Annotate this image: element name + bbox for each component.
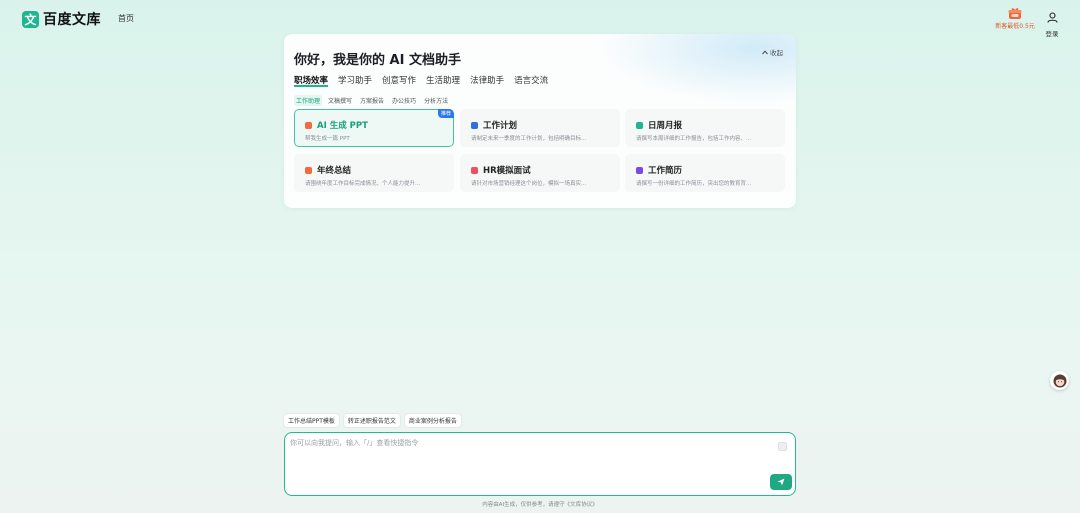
card-periodic-report[interactable]: 日周月报 请撰写本周详细的工作报告，包括工作内容、... [625,109,785,147]
prompt-input[interactable] [290,438,760,468]
card-desc: 请撰写本周详细的工作报告，包括工作内容、... [636,136,752,142]
card-desc: 请围绕年度工作目标完成情况、个人能力提升... [305,181,421,187]
send-button[interactable] [770,474,792,490]
avatar-icon [1053,374,1066,387]
card-title: HR模拟面试 [483,166,531,176]
promo-text: 新客最低0.5元 [995,23,1035,30]
tab-legal[interactable]: 法律助手 [470,74,504,87]
interview-icon [471,166,478,174]
logo-mark-icon: 文 [22,10,39,28]
tab-life[interactable]: 生活助理 [426,74,460,87]
send-icon [777,478,785,486]
card-desc: 请撰写一份详细的工作简历，突出您的教育背... [636,181,752,187]
prompt-box [284,432,796,496]
card-title: 工作简历 [648,166,683,176]
gift-icon [1008,8,1022,19]
tab-creative[interactable]: 创意写作 [382,74,416,87]
collapse-button[interactable]: 收起 [762,47,783,57]
card-title: 日周月报 [648,121,683,131]
login-button[interactable]: 登录 [1043,8,1061,38]
card-title: 年终总结 [317,166,352,176]
suggestion-chip[interactable]: 工作总结PPT模板 [284,414,339,427]
card-resume[interactable]: 工作简历 请撰写一份详细的工作简历，突出您的教育背... [625,154,785,192]
disclaimer: 内容由AI生成，仅供参考，请遵守《文库协议》 [482,502,598,508]
recommend-badge: 推荐 [437,109,454,118]
card-title: AI 生成 PPT [317,121,368,131]
subtab-writing[interactable]: 文稿撰写 [326,95,354,106]
ppt-icon [305,121,312,129]
logo-text: 百度文库 [43,12,101,28]
assistant-panel: 你好，我是你的 AI 文档助手 收起 职场效率 学习助手 创意写作 生活助理 法… [284,34,796,208]
summary-icon [305,166,312,174]
assistant-avatar[interactable] [1050,371,1069,390]
resume-icon [636,166,643,174]
card-desc: 请针对市场营销经理这个岗位，模拟一场真实... [471,181,587,187]
card-work-plan[interactable]: 工作计划 请制定未来一季度的工作计划，包括明确目标... [460,109,620,147]
subcategory-tabs: 工作助理 文稿撰写 方案报告 办公技巧 分析方法 [294,95,450,106]
card-title: 工作计划 [483,121,518,131]
report-icon [636,121,643,129]
subtab-proposal[interactable]: 方案报告 [358,95,386,106]
card-year-summary[interactable]: 年终总结 请围绕年度工作目标完成情况、个人能力提升... [294,154,454,192]
card-desc: 请制定未来一季度的工作计划，包括明确目标... [471,136,587,142]
promo-button[interactable]: 新客最低0.5元 [994,7,1036,30]
user-icon [1046,12,1058,23]
subtab-work-assistant[interactable]: 工作助理 [294,95,323,106]
login-label: 登录 [1045,30,1059,38]
panel-decoration [596,34,796,104]
suggestion-chip[interactable]: 商业案例分析报告 [404,414,461,427]
chevron-up-icon [762,49,768,54]
subtab-office-tips[interactable]: 办公技巧 [390,95,418,106]
tab-workplace[interactable]: 职场效率 [294,74,329,87]
category-tabs: 职场效率 学习助手 创意写作 生活助理 法律助手 语言交流 [294,74,548,87]
card-hr-interview[interactable]: HR模拟面试 请针对市场营销经理这个岗位，模拟一场真实... [460,154,620,192]
collapse-label: 收起 [770,49,783,57]
attach-icon[interactable] [778,442,787,451]
suggestion-chip[interactable]: 转正述职报告范文 [343,414,400,427]
tab-study[interactable]: 学习助手 [338,74,372,87]
suggestion-chips: 工作总结PPT模板 转正述职报告范文 商业案例分析报告 [284,414,461,427]
card-ai-ppt[interactable]: AI 生成 PPT 帮我生成一篇 PPT 推荐 [294,109,454,147]
logo[interactable]: 文 百度文库 [22,9,101,29]
nav-home-link[interactable]: 首页 [118,13,134,24]
subtab-analysis[interactable]: 分析方法 [422,95,450,106]
plan-icon [471,121,478,129]
top-bar: 文 百度文库 首页 新客最低0.5元 登录 [0,0,1080,38]
tab-language[interactable]: 语言交流 [514,74,548,87]
page-title: 你好，我是你的 AI 文档助手 [294,53,461,68]
card-desc: 帮我生成一篇 PPT [305,136,350,142]
